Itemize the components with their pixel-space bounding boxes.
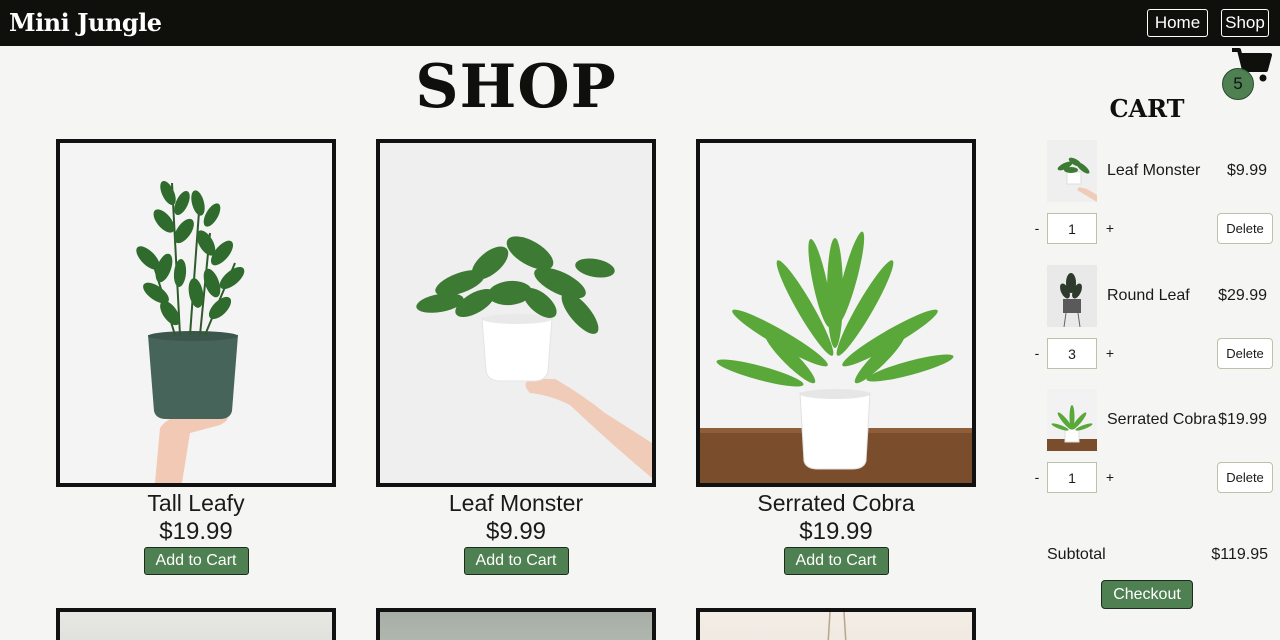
delete-item-button[interactable]: Delete [1217, 213, 1273, 244]
cart-item-name: Round Leaf [1107, 287, 1190, 304]
product-name: Tall Leafy [147, 490, 245, 516]
cart-item-price: $9.99 [1226, 162, 1267, 179]
cart-item-thumbnail [1047, 389, 1097, 451]
product-price: $9.99 [485, 518, 547, 545]
add-to-cart-button[interactable]: Add to Cart [143, 547, 249, 575]
cart-item: Leaf Monster $9.99 - + Delete [1030, 140, 1275, 260]
product-card: Serrated Cobra $19.99 Add to Cart [696, 139, 976, 575]
nav-shop-button[interactable]: Shop [1221, 9, 1269, 37]
brand-logo[interactable]: Mini Jungle [9, 8, 162, 37]
subtotal-value: $119.95 [1211, 546, 1268, 563]
plant-photo-leaf-monster [380, 143, 652, 483]
cart-item: Serrated Cobra $19.99 - + Delete [1030, 389, 1275, 509]
increase-quantity-button[interactable]: + [1105, 345, 1115, 361]
page-title: SHOP [415, 52, 617, 122]
cart-item-price: $19.99 [1218, 411, 1267, 428]
cart-item-name: Leaf Monster [1107, 162, 1201, 179]
nav-home-button[interactable]: Home [1147, 9, 1208, 37]
delete-item-button[interactable]: Delete [1217, 462, 1273, 493]
product-name: Serrated Cobra [757, 490, 915, 516]
product-image[interactable] [56, 608, 336, 640]
subtotal-label: Subtotal [1047, 546, 1106, 563]
quantity-input[interactable] [1047, 213, 1097, 244]
decrease-quantity-button[interactable]: - [1032, 469, 1042, 485]
plant-photo-tall-leafy [60, 143, 332, 483]
product-card: Leaf Monster $9.99 Add to Cart [376, 139, 656, 575]
increase-quantity-button[interactable]: + [1105, 220, 1115, 236]
increase-quantity-button[interactable]: + [1105, 469, 1115, 485]
decrease-quantity-button[interactable]: - [1032, 220, 1042, 236]
product-price: $19.99 [159, 518, 233, 545]
cart-item: Round Leaf $29.99 - + Delete [1030, 265, 1275, 385]
product-image[interactable] [376, 608, 656, 640]
product-image[interactable] [696, 139, 976, 487]
cart-item-thumbnail [1047, 140, 1097, 202]
product-image[interactable] [696, 608, 976, 640]
plant-photo-hanging [827, 612, 847, 640]
cart-item-thumbnail [1047, 265, 1097, 327]
product-card: Tall Leafy $19.99 Add to Cart [56, 139, 336, 575]
add-to-cart-button[interactable]: Add to Cart [463, 547, 569, 575]
product-image[interactable] [376, 139, 656, 487]
quantity-input[interactable] [1047, 462, 1097, 493]
product-price: $19.99 [799, 518, 873, 545]
checkout-button[interactable]: Checkout [1101, 580, 1193, 609]
add-to-cart-button[interactable]: Add to Cart [783, 547, 889, 575]
plant-photo-serrated-cobra [700, 143, 972, 483]
cart-item-name: Serrated Cobra [1107, 411, 1217, 428]
delete-item-button[interactable]: Delete [1217, 338, 1273, 369]
top-navbar: Mini Jungle Home Shop [0, 0, 1280, 46]
cart-title: CART [1109, 94, 1185, 123]
product-name: Leaf Monster [448, 490, 584, 516]
cart-item-price: $29.99 [1218, 287, 1267, 304]
quantity-input[interactable] [1047, 338, 1097, 369]
product-image[interactable] [56, 139, 336, 487]
decrease-quantity-button[interactable]: - [1032, 345, 1042, 361]
